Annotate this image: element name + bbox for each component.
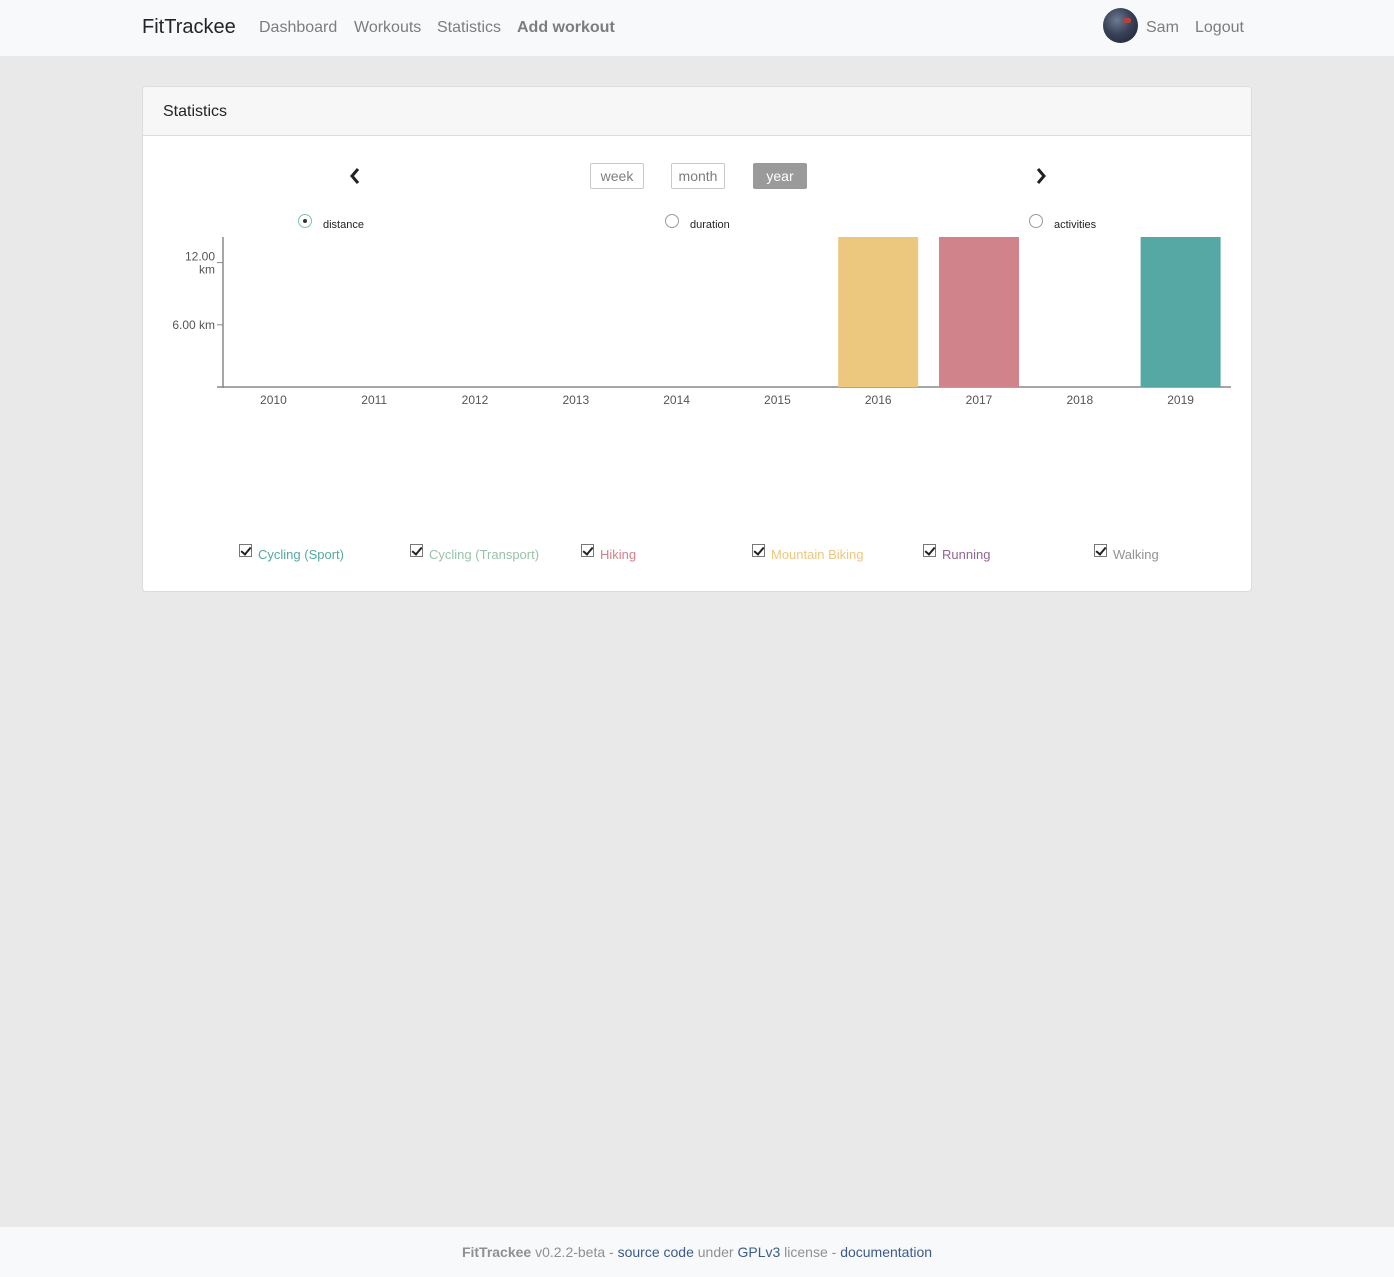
avatar[interactable]: [1103, 8, 1138, 43]
radio-distance[interactable]: [298, 214, 312, 228]
radio-duration[interactable]: [665, 214, 679, 228]
chevron-left-icon[interactable]: [347, 166, 363, 186]
footer: FitTrackee v0.2.2-beta - source code und…: [0, 1227, 1394, 1277]
x-tick-label: 2012: [462, 393, 489, 407]
footer-under: under: [693, 1244, 738, 1260]
nav-statistics[interactable]: Statistics: [437, 19, 501, 37]
x-tick-label: 2019: [1167, 393, 1194, 407]
footer-version: v0.2.2-beta -: [531, 1244, 618, 1260]
bar: [939, 237, 1019, 387]
nav-dashboard[interactable]: Dashboard: [259, 19, 337, 37]
footer-brand: FitTrackee: [461, 1244, 532, 1260]
x-tick-label: 2014: [663, 393, 690, 407]
legend-checkbox[interactable]: [1094, 544, 1107, 557]
footer-source-link[interactable]: source code: [618, 1244, 694, 1260]
nav-workouts[interactable]: Workouts: [354, 19, 421, 37]
navbar: FitTrackee Dashboard Workouts Statistics…: [0, 0, 1394, 56]
statistics-card: Statistics week month year distance dura…: [142, 86, 1252, 592]
radio-distance-label: distance: [323, 219, 364, 231]
footer-license: license -: [780, 1244, 841, 1260]
legend-label[interactable]: Running: [942, 547, 990, 562]
logout-link[interactable]: Logout: [1195, 19, 1244, 37]
legend-checkbox[interactable]: [581, 544, 594, 557]
bar-chart: 6.00 km12.00km18.00km24.00km201020112012…: [172, 237, 1231, 407]
y-tick-label: 12.00: [185, 250, 215, 264]
x-tick-label: 2018: [1066, 393, 1093, 407]
legend-label[interactable]: Hiking: [600, 547, 636, 562]
bar: [838, 237, 919, 387]
legend-label[interactable]: Mountain Biking: [771, 547, 864, 562]
x-tick-label: 2016: [865, 393, 892, 407]
x-tick-label: 2015: [764, 393, 791, 407]
radio-duration-label: duration: [690, 219, 730, 231]
y-tick-label: km: [199, 263, 215, 277]
legend-label[interactable]: Cycling (Sport): [258, 547, 344, 562]
period-year-button[interactable]: year: [753, 163, 807, 189]
x-tick-label: 2010: [260, 393, 287, 407]
legend-checkbox[interactable]: [410, 544, 423, 557]
x-tick-label: 2011: [361, 393, 387, 407]
y-tick-label: 6.00 km: [172, 318, 215, 332]
legend-checkbox[interactable]: [923, 544, 936, 557]
period-month-button[interactable]: month: [671, 163, 725, 189]
nav-user[interactable]: Sam: [1146, 19, 1179, 37]
card-header: Statistics: [143, 87, 1251, 136]
bar: [1140, 237, 1221, 387]
chevron-right-icon[interactable]: [1033, 166, 1049, 186]
card-title: Statistics: [163, 103, 228, 120]
footer-docs-link[interactable]: documentation: [840, 1244, 932, 1260]
x-tick-label: 2017: [966, 393, 993, 407]
radio-activities[interactable]: [1029, 214, 1043, 228]
legend-checkbox[interactable]: [239, 544, 252, 557]
period-week-button[interactable]: week: [590, 163, 644, 189]
x-tick-label: 2013: [562, 393, 589, 407]
nav-add-workout[interactable]: Add workout: [517, 19, 615, 37]
footer-license-link[interactable]: GPLv3: [737, 1244, 780, 1260]
radio-activities-label: activities: [1054, 219, 1097, 231]
legend-label[interactable]: Cycling (Transport): [429, 547, 539, 562]
legend-label[interactable]: Walking: [1113, 547, 1159, 562]
legend-checkbox[interactable]: [752, 544, 765, 557]
brand-link[interactable]: FitTrackee: [142, 16, 236, 39]
